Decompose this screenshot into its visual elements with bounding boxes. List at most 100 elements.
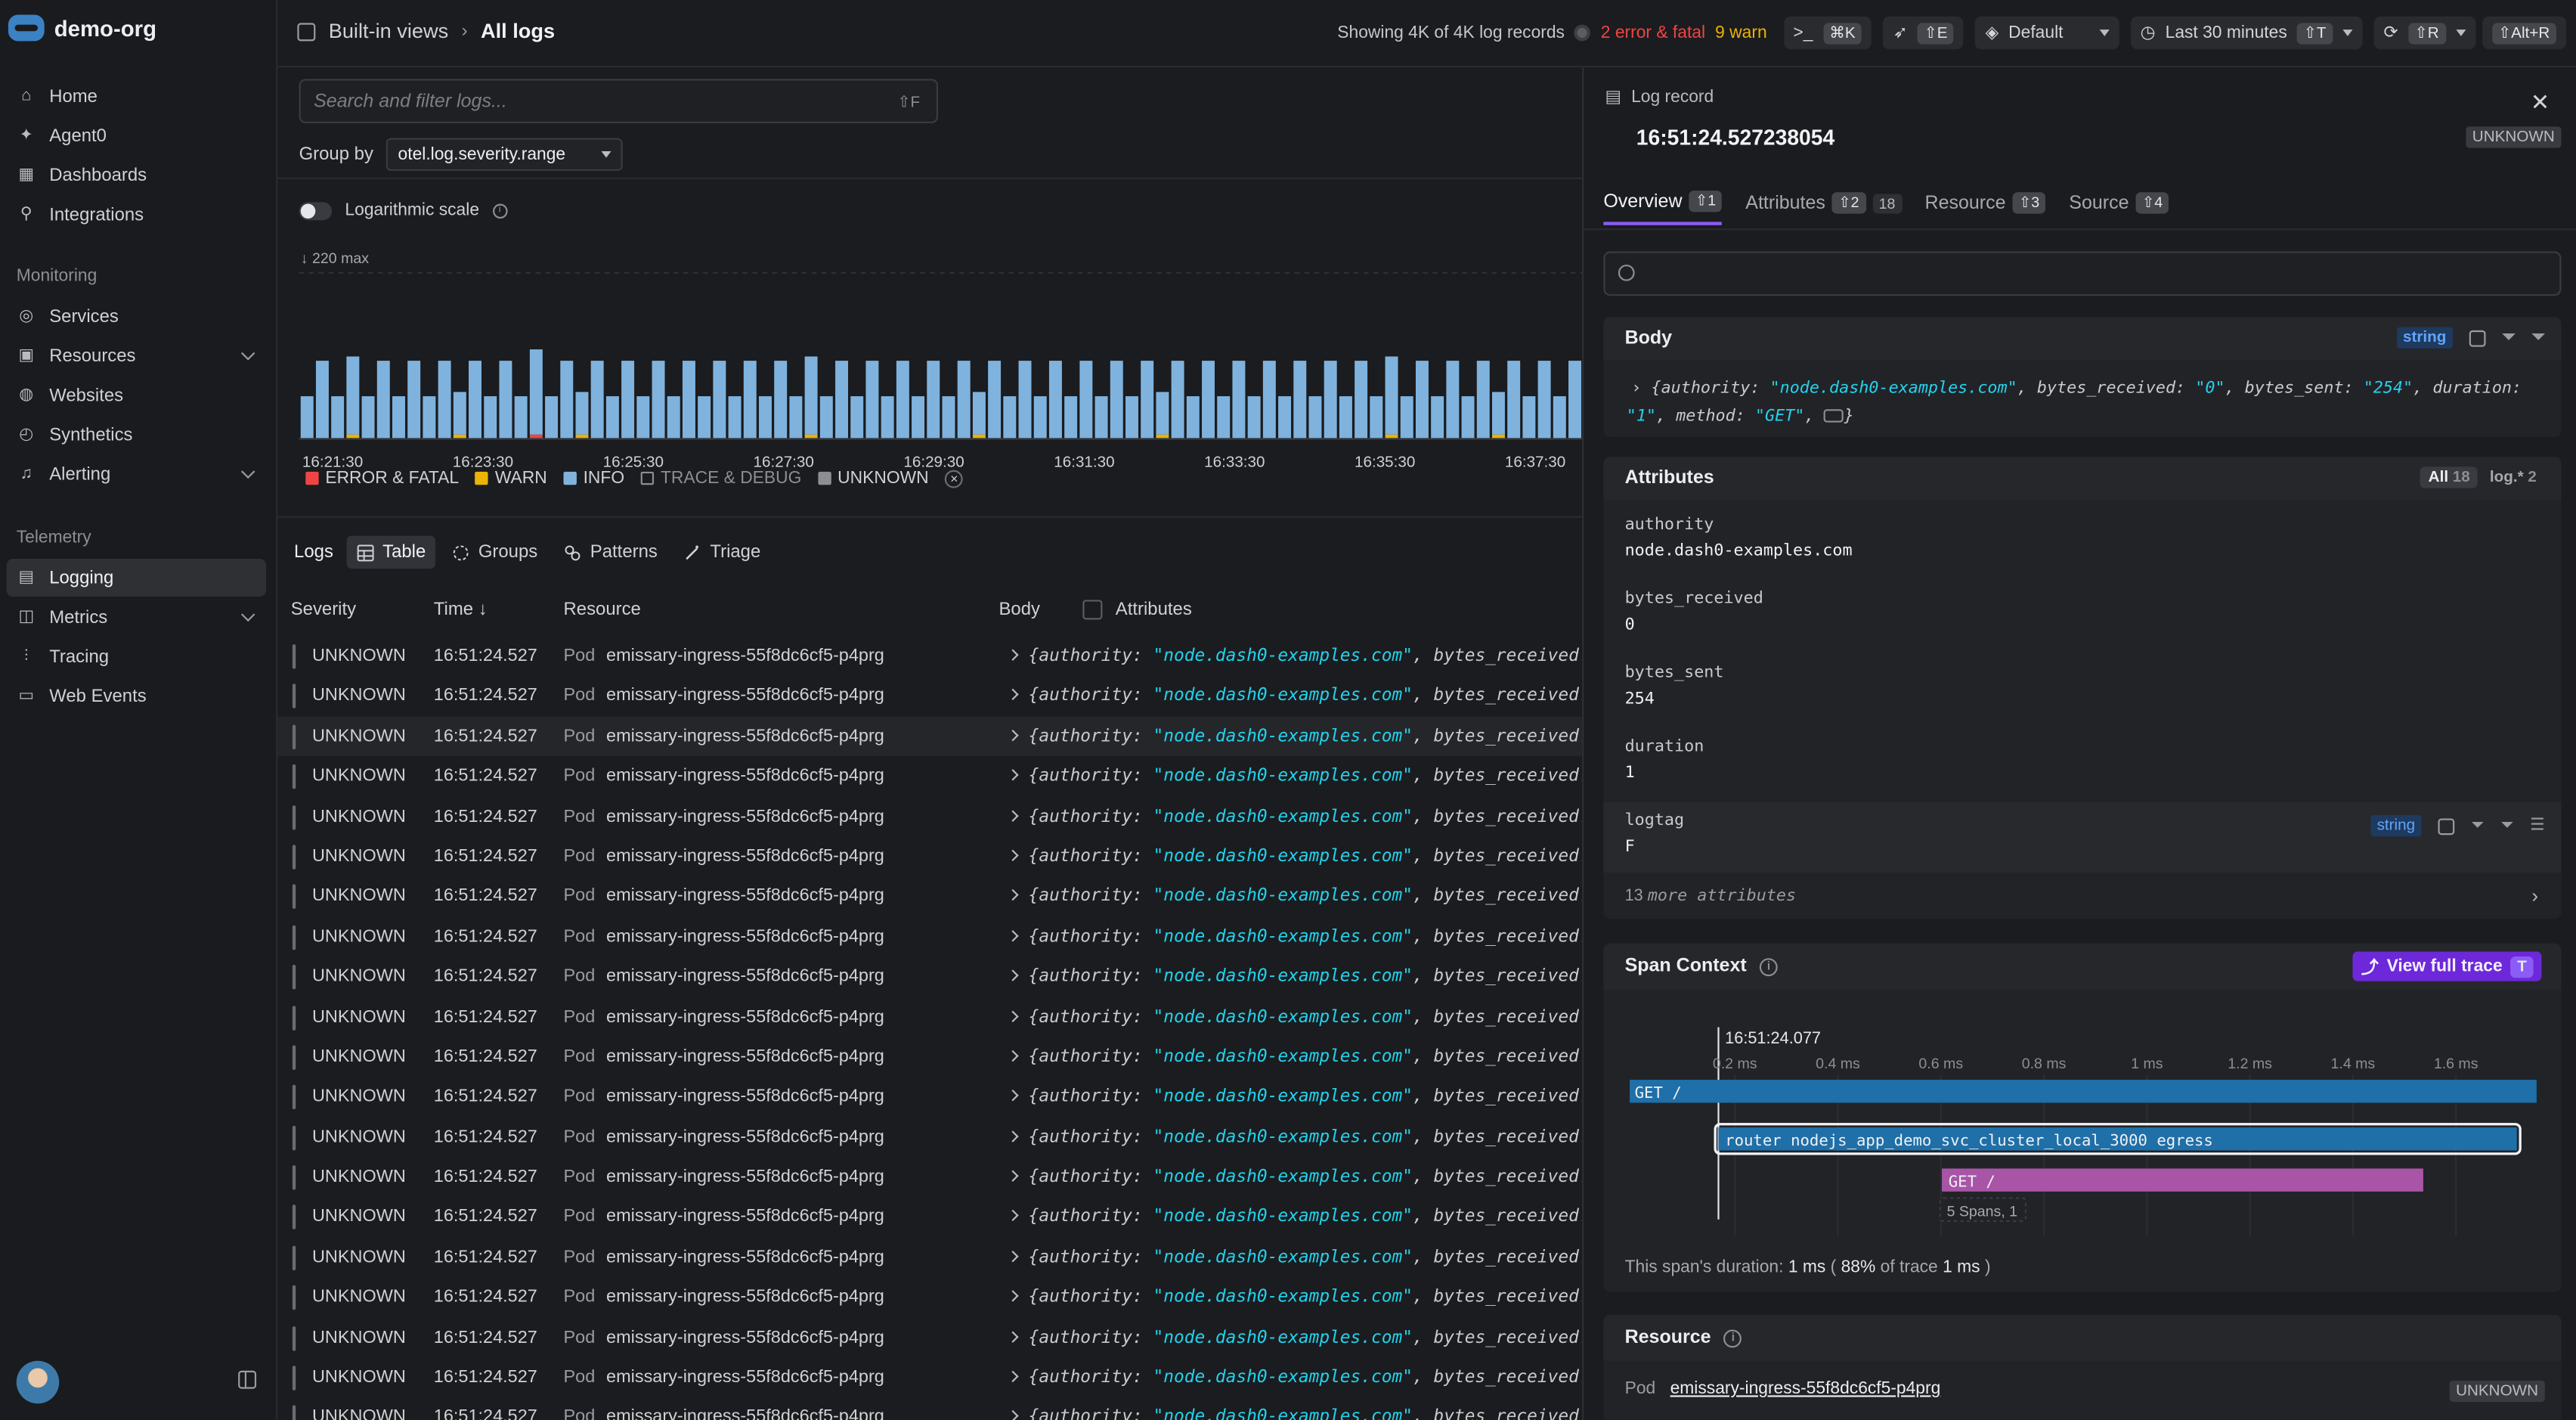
- bar-info[interactable]: [652, 361, 665, 439]
- auto-refresh-button[interactable]: ⇧Alt+R: [2482, 16, 2567, 50]
- row-resource[interactable]: emissary-ingress-55f8dc6cf5-p4prg: [606, 886, 884, 906]
- table-row[interactable]: UNKNOWN 16:51:24.527 Pod emissary-ingress-5…: [277, 836, 1582, 876]
- table-row[interactable]: UNKNOWN 16:51:24.527 Pod emissary-ingress-5…: [277, 1277, 1582, 1317]
- attributes-checkbox[interactable]: [1082, 600, 1103, 620]
- table-row[interactable]: UNKNOWN 16:51:24.527 Pod emissary-ingress-5…: [277, 997, 1582, 1037]
- org-switcher[interactable]: demo-org: [8, 14, 156, 42]
- bar-info[interactable]: [1247, 396, 1261, 439]
- col-resource[interactable]: Resource: [564, 600, 641, 619]
- refresh-button[interactable]: ⟳ ⇧R: [2373, 16, 2475, 50]
- expand-chevron-icon[interactable]: [1007, 1410, 1019, 1420]
- tab-groups[interactable]: Groups: [442, 536, 547, 569]
- views-icon[interactable]: [297, 22, 316, 41]
- view-full-trace-button[interactable]: ⤴ View full trace T: [2353, 951, 2542, 981]
- group-by-select[interactable]: otel.log.severity.range: [386, 138, 624, 172]
- row-resource[interactable]: emissary-ingress-55f8dc6cf5-p4prg: [606, 966, 884, 986]
- bar-info[interactable]: [1141, 361, 1154, 439]
- bar-info[interactable]: [376, 361, 390, 439]
- chevron-down-icon[interactable]: [240, 464, 255, 479]
- sidebar-item-home[interactable]: ⌂ Home: [7, 77, 266, 115]
- bar-info[interactable]: [865, 361, 879, 439]
- col-body[interactable]: Body: [999, 600, 1040, 619]
- row-resource[interactable]: emissary-ingress-55f8dc6cf5-p4prg: [606, 1368, 884, 1387]
- table-row[interactable]: UNKNOWN 16:51:24.527 Pod emissary-ingress-5…: [277, 956, 1582, 997]
- attribute-value[interactable]: 1: [1625, 764, 1635, 783]
- attribute-row[interactable]: logtag Fstring ⏷ ⏷ ☰: [1603, 801, 2562, 873]
- row-resource[interactable]: emissary-ingress-55f8dc6cf5-p4prg: [606, 1046, 884, 1066]
- bar-info[interactable]: [407, 361, 421, 439]
- col-severity[interactable]: Severity: [291, 600, 356, 619]
- bar-info[interactable]: [774, 361, 788, 439]
- bar-info[interactable]: [988, 361, 1002, 439]
- row-resource[interactable]: emissary-ingress-55f8dc6cf5-p4prg: [606, 646, 884, 665]
- expand-chevron-icon[interactable]: [1007, 729, 1019, 741]
- expand-chevron-icon[interactable]: [1007, 1290, 1019, 1303]
- row-resource[interactable]: emissary-ingress-55f8dc6cf5-p4prg: [606, 926, 884, 946]
- attribute-row[interactable]: authority node.dash0-examples.com: [1603, 506, 2561, 576]
- bar-info[interactable]: [575, 392, 589, 435]
- bar-info[interactable]: [1232, 361, 1246, 439]
- expand-chevron-icon[interactable]: [1007, 769, 1019, 781]
- breadcrumb-built-in-views[interactable]: Built-in views: [329, 20, 449, 42]
- bar-info[interactable]: [1355, 361, 1368, 439]
- filter-include-icon[interactable]: ⏷: [2502, 329, 2515, 347]
- sidebar-item-alerting[interactable]: ♫ Alerting: [7, 455, 266, 493]
- expand-chevron-icon[interactable]: [1007, 1049, 1019, 1062]
- bar-info[interactable]: [636, 396, 650, 439]
- bar-info[interactable]: [605, 396, 619, 439]
- row-resource[interactable]: emissary-ingress-55f8dc6cf5-p4prg: [606, 1167, 884, 1186]
- attribute-row[interactable]: bytes_sent 254: [1603, 654, 2561, 724]
- expand-chevron-icon[interactable]: [1007, 929, 1019, 941]
- bar-info[interactable]: [560, 361, 574, 439]
- tab-patterns[interactable]: Patterns: [554, 536, 667, 569]
- sidebar-item-agent0[interactable]: ✦ Agent0: [7, 116, 266, 154]
- bar-info[interactable]: [1324, 361, 1337, 439]
- bar-info[interactable]: [438, 361, 451, 439]
- bar-info[interactable]: [1308, 396, 1322, 439]
- row-resource[interactable]: emissary-ingress-55f8dc6cf5-p4prg: [606, 1327, 884, 1347]
- expand-chevron-icon[interactable]: [1007, 689, 1019, 701]
- table-row[interactable]: UNKNOWN 16:51:24.527 Pod emissary-ingress-5…: [277, 636, 1582, 676]
- expand-chevron-icon[interactable]: [1007, 1250, 1019, 1263]
- bar-info[interactable]: [1476, 361, 1490, 439]
- close-icon[interactable]: ✕: [2531, 88, 2550, 116]
- bar-info[interactable]: [1522, 396, 1536, 439]
- bar-info[interactable]: [484, 396, 497, 439]
- expand-chevron-icon[interactable]: [1007, 649, 1019, 661]
- table-row[interactable]: UNKNOWN 16:51:24.527 Pod emissary-ingress-5…: [277, 756, 1582, 796]
- row-resource[interactable]: emissary-ingress-55f8dc6cf5-p4prg: [606, 1247, 884, 1267]
- info-icon[interactable]: i: [1723, 1329, 1742, 1347]
- bar-info[interactable]: [453, 392, 466, 435]
- bar-info[interactable]: [957, 361, 971, 439]
- bar-info[interactable]: [819, 396, 833, 439]
- sidebar-item-websites[interactable]: ◍ Websites: [7, 377, 266, 414]
- row-resource[interactable]: emissary-ingress-55f8dc6cf5-p4prg: [606, 1087, 884, 1106]
- bar-info[interactable]: [590, 361, 604, 439]
- bar-info[interactable]: [682, 361, 695, 439]
- row-resource[interactable]: emissary-ingress-55f8dc6cf5-p4prg: [606, 726, 884, 746]
- bar-info[interactable]: [392, 396, 405, 439]
- span-bar[interactable]: [1942, 1168, 2423, 1192]
- filter-exclude-icon[interactable]: ⏷: [2531, 329, 2544, 347]
- bar-info[interactable]: [896, 361, 909, 439]
- bar-info[interactable]: [1064, 396, 1078, 439]
- legend-item[interactable]: WARN: [475, 468, 547, 488]
- bar-info[interactable]: [1568, 361, 1581, 439]
- time-range-select[interactable]: ◷ Last 30 minutes ⇧T: [2130, 16, 2363, 50]
- expand-chevron-icon[interactable]: [1007, 849, 1019, 861]
- bar-info[interactable]: [1094, 396, 1108, 439]
- legend-item[interactable]: INFO: [563, 468, 624, 488]
- chevron-right-icon[interactable]: ›: [2531, 884, 2538, 907]
- more-icon[interactable]: [1824, 409, 1844, 423]
- bar-info[interactable]: [545, 396, 559, 439]
- clear-legend-icon[interactable]: ×: [945, 469, 964, 488]
- row-resource[interactable]: emissary-ingress-55f8dc6cf5-p4prg: [606, 1207, 884, 1226]
- bar-info[interactable]: [698, 396, 711, 439]
- bar-info[interactable]: [1033, 396, 1047, 439]
- sidebar-item-web-events[interactable]: ▭ Web Events: [7, 677, 266, 715]
- expand-chevron-icon[interactable]: [1007, 1090, 1019, 1102]
- expand-chevron-icon[interactable]: [1007, 889, 1019, 901]
- bar-info[interactable]: [1156, 392, 1169, 435]
- sidebar-item-metrics[interactable]: ◫ Metrics: [7, 598, 266, 636]
- bar-info[interactable]: [1446, 361, 1460, 439]
